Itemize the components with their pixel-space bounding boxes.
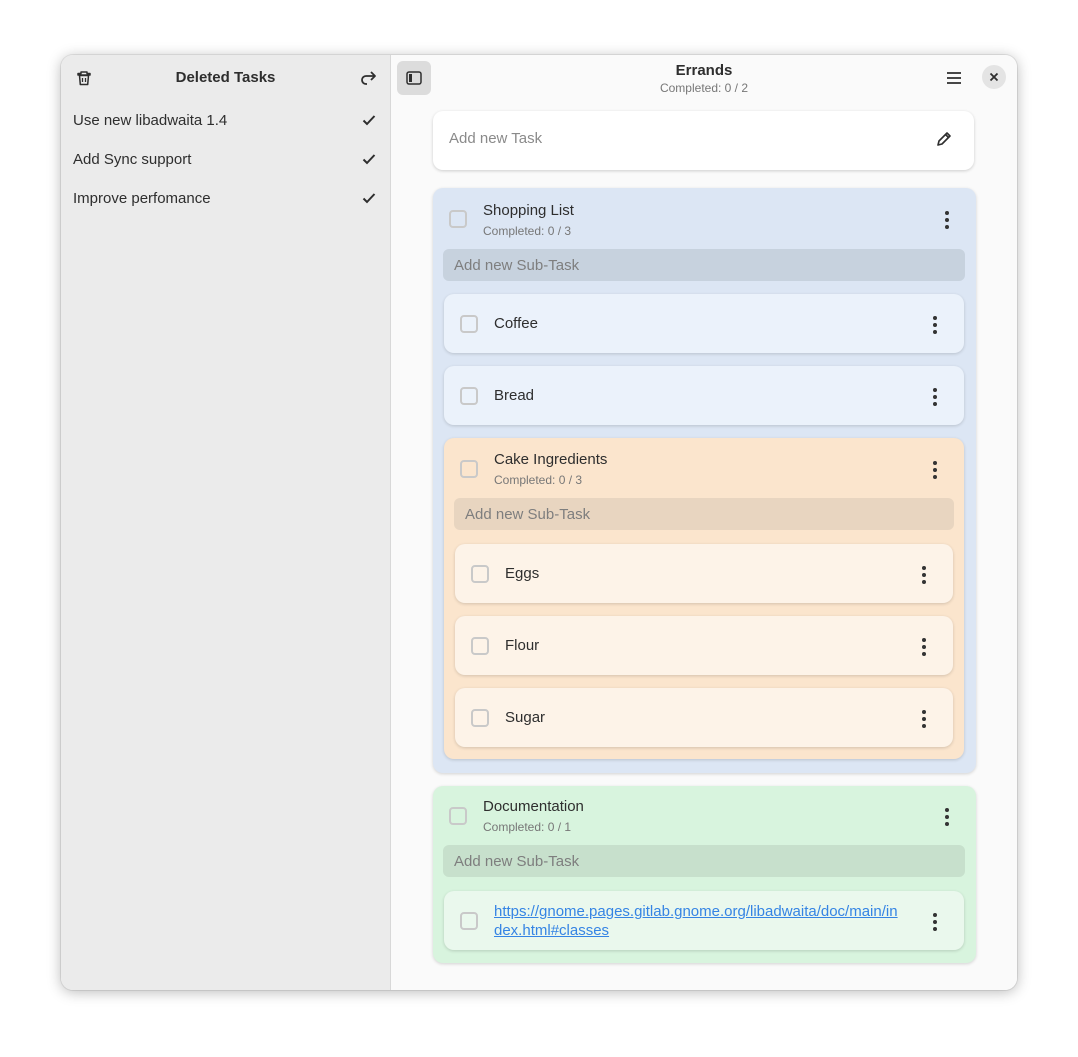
window-subtitle: Completed: 0 / 2 bbox=[659, 81, 749, 95]
task-card-documentation: Documentation Completed: 0 / 1 https://g… bbox=[433, 786, 976, 963]
window-title: Errands bbox=[675, 62, 733, 79]
subtask-completed-count: Completed: 0 / 3 bbox=[494, 473, 583, 487]
subtask-card: Eggs bbox=[455, 544, 953, 603]
subtask-checkbox[interactable] bbox=[471, 565, 489, 583]
restore-redo-icon[interactable] bbox=[353, 63, 383, 93]
task-completed-count: Completed: 0 / 1 bbox=[483, 820, 572, 834]
more-options-icon[interactable] bbox=[944, 808, 950, 826]
deleted-task-label: Improve perfomance bbox=[73, 190, 211, 207]
add-subtask-entry bbox=[443, 249, 965, 281]
more-options-icon[interactable] bbox=[932, 316, 938, 334]
app-window: Deleted Tasks Use new libadwaita 1.4 Add… bbox=[61, 55, 1017, 990]
subtask-title: Flour bbox=[505, 637, 540, 654]
subtask-checkbox[interactable] bbox=[460, 460, 478, 478]
task-checkbox[interactable] bbox=[449, 210, 467, 228]
subtask-checkbox[interactable] bbox=[460, 912, 478, 930]
subtask-checkbox[interactable] bbox=[460, 315, 478, 333]
new-task-input[interactable] bbox=[447, 129, 911, 148]
subtask-title: Coffee bbox=[494, 315, 538, 332]
task-checkbox[interactable] bbox=[449, 807, 467, 825]
subtask-checkbox[interactable] bbox=[460, 387, 478, 405]
more-options-icon[interactable] bbox=[921, 566, 927, 584]
deleted-task-item[interactable]: Add Sync support bbox=[61, 140, 390, 179]
subtask-title: Cake Ingredients bbox=[494, 451, 608, 468]
subtask-card-cake-ingredients: Cake Ingredients Completed: 0 / 3 Eggs F… bbox=[444, 438, 964, 759]
subtask-link[interactable]: https://gnome.pages.gitlab.gnome.org/lib… bbox=[494, 903, 898, 939]
close-icon[interactable] bbox=[982, 65, 1006, 89]
subtask-card: Bread bbox=[444, 366, 964, 425]
main-content: Errands Completed: 0 / 2 Shopping List C… bbox=[391, 55, 1017, 990]
more-options-icon[interactable] bbox=[932, 461, 938, 479]
deleted-task-item[interactable]: Improve perfomance bbox=[61, 179, 390, 218]
subtask-checkbox[interactable] bbox=[471, 709, 489, 727]
hamburger-menu-icon[interactable] bbox=[939, 63, 969, 93]
add-subtask-entry bbox=[454, 498, 954, 530]
sidebar-header: Deleted Tasks bbox=[61, 55, 390, 101]
add-subtask-input[interactable] bbox=[463, 505, 917, 524]
subtask-checkbox[interactable] bbox=[471, 637, 489, 655]
deleted-tasks-sidebar: Deleted Tasks Use new libadwaita 1.4 Add… bbox=[61, 55, 391, 990]
add-subtask-entry bbox=[443, 845, 965, 877]
checkmark-icon[interactable] bbox=[362, 191, 376, 208]
add-subtask-input[interactable] bbox=[452, 256, 926, 275]
more-options-icon[interactable] bbox=[932, 913, 938, 931]
more-options-icon[interactable] bbox=[932, 388, 938, 406]
subtask-title: Bread bbox=[494, 387, 535, 404]
new-task-entry bbox=[433, 111, 974, 170]
checkmark-icon[interactable] bbox=[362, 152, 376, 169]
add-subtask-input[interactable] bbox=[452, 852, 926, 871]
deleted-task-item[interactable]: Use new libadwaita 1.4 bbox=[61, 101, 390, 140]
pencil-icon[interactable] bbox=[936, 131, 952, 152]
deleted-task-label: Use new libadwaita 1.4 bbox=[73, 112, 228, 129]
more-options-icon[interactable] bbox=[944, 211, 950, 229]
subtask-title: Eggs bbox=[505, 565, 540, 582]
subtask-card: https://gnome.pages.gitlab.gnome.org/lib… bbox=[444, 891, 964, 950]
subtask-card: Sugar bbox=[455, 688, 953, 747]
task-title: Shopping List bbox=[483, 202, 574, 219]
subtask-card: Coffee bbox=[444, 294, 964, 353]
subtask-title: Sugar bbox=[505, 709, 546, 726]
task-title: Documentation bbox=[483, 798, 584, 815]
checkmark-icon[interactable] bbox=[362, 113, 376, 130]
more-options-icon[interactable] bbox=[921, 710, 927, 728]
task-card-shopping-list: Shopping List Completed: 0 / 3 Coffee Br… bbox=[433, 188, 976, 773]
deleted-task-label: Add Sync support bbox=[73, 151, 192, 168]
more-options-icon[interactable] bbox=[921, 638, 927, 656]
subtask-card: Flour bbox=[455, 616, 953, 675]
task-completed-count: Completed: 0 / 3 bbox=[483, 224, 572, 238]
sidebar-title: Deleted Tasks bbox=[175, 69, 276, 86]
